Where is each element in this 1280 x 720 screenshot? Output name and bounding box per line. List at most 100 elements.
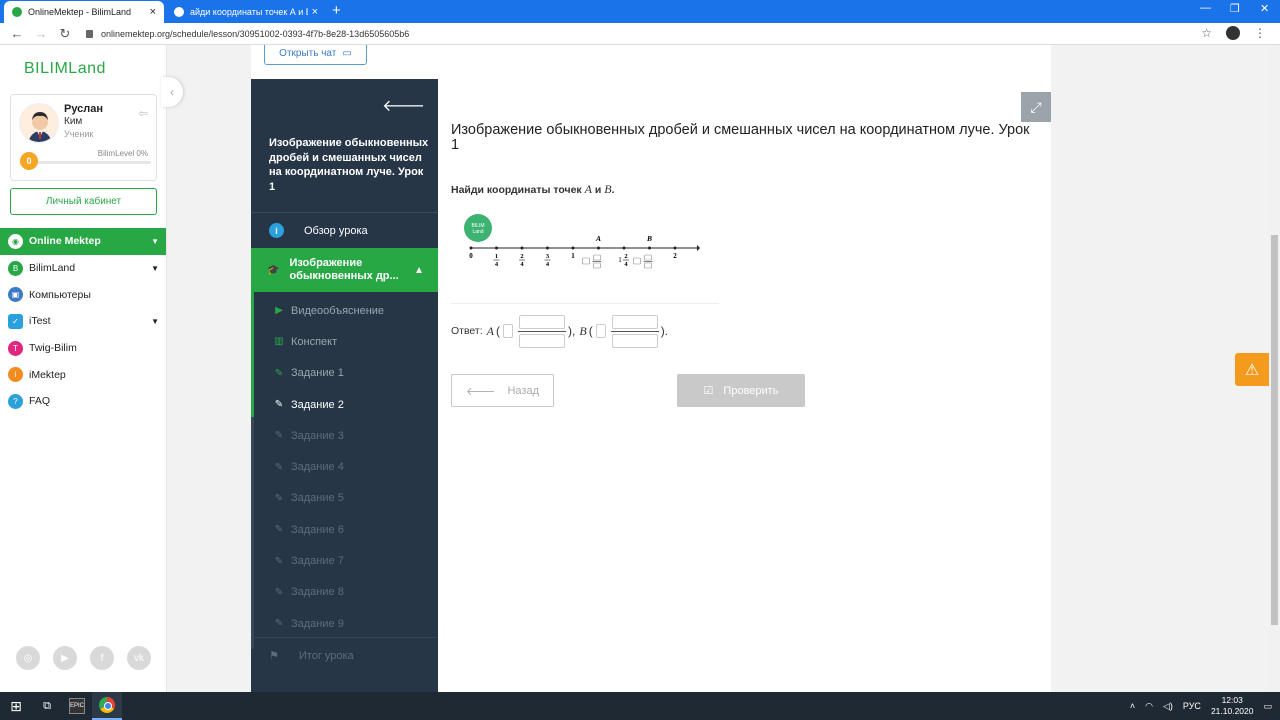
- ray-tick: [673, 246, 677, 250]
- restore-icon[interactable]: ❐: [1230, 2, 1240, 15]
- network-icon[interactable]: ◠: [1145, 701, 1153, 712]
- youtube-icon[interactable]: ▶: [53, 646, 77, 670]
- edit-icon: ✎: [274, 399, 284, 411]
- minimize-icon[interactable]: —: [1200, 2, 1211, 14]
- chrome-taskbar-button[interactable]: [92, 692, 122, 720]
- answer-b-whole-input[interactable]: [595, 324, 606, 338]
- answer-a-whole-input[interactable]: [503, 324, 513, 338]
- chevron-up-icon[interactable]: ▲: [414, 265, 424, 276]
- sidebar-item-label: BilimLand: [29, 262, 76, 275]
- answer-b-fraction: [610, 314, 659, 348]
- reload-icon[interactable]: ↻: [58, 26, 72, 42]
- back-arrow-icon[interactable]: ←: [10, 26, 24, 41]
- task-view-icon[interactable]: ⧉: [32, 692, 62, 720]
- answer-a-numerator-input[interactable]: [519, 314, 565, 329]
- personal-cabinet-button[interactable]: Личный кабинет: [10, 188, 157, 215]
- menu-dots-icon[interactable]: ⋮: [1254, 26, 1266, 40]
- back-button-label: Назад: [507, 384, 540, 397]
- sidebar-collapse-button[interactable]: ‹: [161, 77, 183, 107]
- bilimland-logo[interactable]: BILIMLand: [24, 60, 106, 78]
- answer-var-a: A: [486, 323, 494, 338]
- forward-arrow-icon[interactable]: →: [34, 26, 48, 41]
- page-area: BILIMLand Руслан Ким Ученик ⇦ BilimLevel…: [0, 45, 1280, 692]
- notifications-icon[interactable]: ▭: [1263, 701, 1272, 712]
- logout-icon[interactable]: ⇦: [139, 107, 148, 120]
- lesson-item-11[interactable]: ✎ Задание 9: [251, 608, 438, 639]
- lesson-section-header[interactable]: 🎓 Изображение обыкновенных др... ▲: [251, 248, 438, 292]
- task-point-a: A: [584, 182, 592, 196]
- answer-b-numerator-input[interactable]: [611, 314, 658, 329]
- task-point-b: B: [604, 182, 612, 196]
- sidebar-item-imektep[interactable]: i iMektep: [0, 361, 166, 388]
- close-window-icon[interactable]: ✕: [1260, 2, 1269, 15]
- coordinate-ray-figure: BILIM Land 014243411242AB: [459, 210, 709, 275]
- avatar: [19, 103, 59, 143]
- sidebar-item-faq[interactable]: ? FAQ: [0, 388, 166, 415]
- lesson-item-5[interactable]: ✎ Задание 3: [251, 420, 438, 451]
- lesson-item-label: Задание 5: [291, 492, 344, 505]
- lesson-overview-item[interactable]: i Обзор урока: [251, 212, 438, 248]
- lesson-summary-item[interactable]: ⚑ Итог урока: [251, 637, 438, 673]
- new-tab-icon[interactable]: +: [332, 2, 341, 19]
- tick-label: 0: [469, 252, 473, 260]
- lesson-item-9[interactable]: ✎ Задание 7: [251, 545, 438, 576]
- answer-a-denominator-input[interactable]: [519, 333, 565, 348]
- lesson-item-10[interactable]: ✎ Задание 8: [251, 577, 438, 608]
- google-icon: [174, 6, 184, 17]
- flag-icon: ⚑: [269, 650, 279, 662]
- lesson-item-1[interactable]: ▶ Видеообъяснение: [251, 295, 438, 326]
- lesson-item-2[interactable]: ▥ Конспект: [251, 326, 438, 357]
- fraction-bar: [518, 330, 566, 332]
- windows-start-icon[interactable]: ⊞: [0, 698, 32, 715]
- back-button[interactable]: 🡐 Назад: [451, 374, 554, 407]
- tick-label: 2: [673, 252, 677, 260]
- close-tab-icon[interactable]: ×: [150, 6, 156, 18]
- lesson-item-label: Задание 4: [291, 461, 344, 474]
- check-button[interactable]: ☑ Проверить: [677, 374, 805, 407]
- lesson-item-6[interactable]: ✎ Задание 4: [251, 452, 438, 483]
- lesson-item-7[interactable]: ✎ Задание 5: [251, 483, 438, 514]
- lesson-summary-label: Итог урока: [298, 649, 354, 662]
- tick-label-whole: 1: [618, 256, 622, 264]
- sidebar-item-bilimland[interactable]: B BilimLand ▼: [0, 255, 166, 282]
- answer-b-denominator-input[interactable]: [611, 333, 658, 348]
- edit-icon: ✎: [274, 524, 284, 536]
- paren-close: ).: [660, 324, 669, 338]
- url-field[interactable]: onlinemektep.org/schedule/lesson/3095100…: [86, 29, 409, 39]
- sidebar-item-computers[interactable]: ▣ Компьютеры: [0, 281, 166, 308]
- profile-avatar-icon[interactable]: [1226, 26, 1240, 40]
- open-chat-button[interactable]: Открыть чат ▭: [264, 45, 367, 65]
- sidebar-item-itest[interactable]: ✓ iTest ▼: [0, 308, 166, 335]
- volume-icon[interactable]: ◁): [1163, 701, 1173, 712]
- close-tab-icon[interactable]: ×: [312, 6, 318, 18]
- chevron-down-icon[interactable]: ▼: [151, 264, 159, 273]
- lesson-item-label: Задание 1: [291, 367, 344, 380]
- facebook-icon[interactable]: f: [90, 646, 114, 670]
- sidebar-item-online-mektep[interactable]: ◉ Online Mektep ▼: [0, 228, 166, 255]
- keyboard-language[interactable]: РУС: [1183, 701, 1201, 711]
- edit-icon: ✎: [274, 586, 284, 598]
- point-a-label: A: [595, 234, 601, 243]
- vk-icon[interactable]: vk: [127, 646, 151, 670]
- clock[interactable]: 12:03 21.10.2020: [1211, 695, 1254, 717]
- lesson-item-8[interactable]: ✎ Задание 6: [251, 514, 438, 545]
- arrow-left-icon: 🡐: [465, 385, 496, 398]
- lesson-item-3[interactable]: ✎ Задание 1: [251, 358, 438, 389]
- chevron-down-icon[interactable]: ▼: [151, 317, 159, 326]
- clock-time: 12:03: [1221, 695, 1243, 705]
- report-problem-button[interactable]: ⚠: [1235, 353, 1269, 386]
- task-prefix: Найди координаты точек: [451, 184, 582, 196]
- arrow-left-icon[interactable]: 🡐: [382, 95, 425, 116]
- page-scrollbar[interactable]: [1269, 45, 1280, 692]
- instagram-icon[interactable]: ◎: [16, 646, 40, 670]
- epic-games-taskbar-button[interactable]: EPIC: [62, 692, 92, 720]
- lesson-item-4[interactable]: ✎ Задание 2: [251, 389, 438, 420]
- chevron-down-icon[interactable]: ▼: [151, 237, 159, 246]
- tab-onlinemektep[interactable]: OnlineMektep - BilimLand ×: [4, 1, 164, 23]
- fullscreen-button[interactable]: ⤢: [1021, 92, 1051, 122]
- sidebar-item-twig-bilim[interactable]: T Twig-Bilim: [0, 335, 166, 362]
- scrollbar-thumb[interactable]: [1271, 235, 1278, 625]
- tab-google-search[interactable]: айди координаты точек А и В. - ×: [166, 0, 326, 23]
- tray-chevron-up-icon[interactable]: ˄: [1130, 701, 1135, 711]
- star-icon[interactable]: ☆: [1201, 26, 1212, 40]
